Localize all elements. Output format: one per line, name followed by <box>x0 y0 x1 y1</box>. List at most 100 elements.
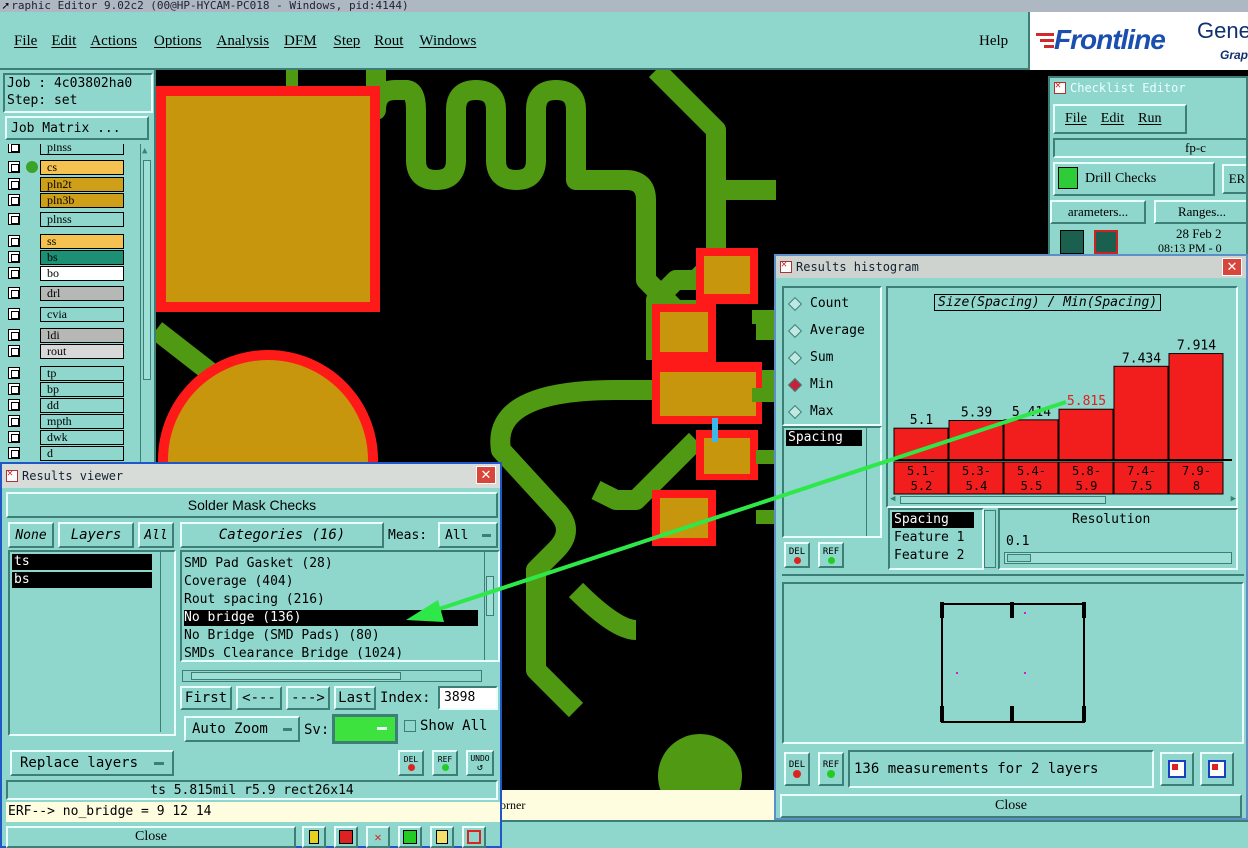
mode-max[interactable]: Max <box>784 398 880 425</box>
legend-feature-1[interactable]: Feature 1 <box>894 530 964 545</box>
legend-scrollbar[interactable] <box>984 510 996 568</box>
category-item-selected[interactable]: No bridge (136) <box>184 610 478 626</box>
viewer-ref-button[interactable]: REF <box>432 750 458 776</box>
category-item[interactable]: Rout spacing (216) <box>184 592 325 607</box>
layer-row-cs[interactable]: cs <box>6 160 124 175</box>
category-scrollbar[interactable] <box>484 552 496 660</box>
menu-dfm[interactable]: DFM <box>284 33 317 50</box>
close-icon[interactable]: ✕ <box>1222 258 1242 276</box>
measure-list[interactable]: Spacing <box>782 426 882 538</box>
layer-row-ldi[interactable]: ldi <box>6 328 124 343</box>
step-icon[interactable] <box>398 826 422 848</box>
categories-header[interactable]: Categories (16) <box>180 522 384 548</box>
layer-icon[interactable] <box>334 826 358 848</box>
report-icon[interactable] <box>430 826 454 848</box>
layer-checkbox[interactable] <box>8 399 20 411</box>
menu-analysis[interactable]: Analysis <box>217 33 270 50</box>
checklist-erf-button[interactable]: ER <box>1222 164 1246 194</box>
checklist-menu-edit[interactable]: Edit <box>1101 111 1124 127</box>
category-item[interactable]: SMDs Clearance Bridge (1024) <box>184 646 403 661</box>
checklist-menu-run[interactable]: Run <box>1138 111 1161 127</box>
category-item[interactable]: Coverage (404) <box>184 574 294 589</box>
checklist-icon-b[interactable] <box>1094 230 1118 254</box>
histogram-bar[interactable] <box>948 419 1004 461</box>
histogram-bar[interactable] <box>1058 408 1114 461</box>
histogram-icon[interactable] <box>462 826 486 848</box>
drill-checks-row[interactable]: Drill Checks <box>1053 162 1215 196</box>
histogram-bar[interactable] <box>1003 419 1059 461</box>
layer-row-dd[interactable]: dd <box>6 398 124 413</box>
nav-last-button[interactable]: Last <box>334 686 376 710</box>
layer-checkbox[interactable] <box>8 308 20 320</box>
nav-first-button[interactable]: First <box>180 686 232 710</box>
layer-checkbox[interactable] <box>8 367 20 379</box>
measure-list-scrollbar[interactable] <box>866 428 878 536</box>
layer-checkbox[interactable] <box>8 267 20 279</box>
viewer-del-button[interactable]: DEL <box>398 750 424 776</box>
export-icon-button[interactable] <box>1160 752 1194 786</box>
menu-step[interactable]: Step <box>334 33 361 50</box>
erf-off-icon[interactable]: ✕ <box>366 826 390 848</box>
layer-checkbox[interactable] <box>8 178 20 190</box>
layer-checkbox[interactable] <box>8 235 20 247</box>
histogram-bar[interactable] <box>1113 365 1169 461</box>
layer-row-bo[interactable]: bo <box>6 266 124 281</box>
import-icon-button[interactable] <box>1200 752 1234 786</box>
index-input[interactable]: 3898 <box>438 686 498 710</box>
nav-prev-button[interactable]: <--- <box>236 686 282 710</box>
layer-row-bp[interactable]: bp <box>6 382 124 397</box>
category-item[interactable]: SMD Pad Gasket (28) <box>184 556 333 571</box>
viewer-undo-button[interactable]: UNDO ↺ <box>466 750 494 776</box>
viewer-layer-scrollbar[interactable] <box>160 552 172 732</box>
histogram-del-button-small[interactable]: DEL <box>784 542 810 568</box>
layer-row-dwk[interactable]: dwk <box>6 430 124 445</box>
menu-file[interactable]: File <box>14 33 37 50</box>
ranges-button[interactable]: Ranges... <box>1154 200 1246 224</box>
legend-spacing[interactable]: Spacing <box>892 512 974 528</box>
menu-rout[interactable]: Rout <box>374 33 403 50</box>
info-icon[interactable] <box>302 826 326 848</box>
layer-checkbox[interactable] <box>8 161 20 173</box>
menu-edit[interactable]: Edit <box>51 33 76 50</box>
window-menu-icon[interactable] <box>6 468 18 482</box>
histogram-ref-button-small[interactable]: REF <box>818 542 844 568</box>
layer-checkbox[interactable] <box>8 431 20 443</box>
histogram-bar[interactable] <box>1168 353 1224 461</box>
viewer-layer-ts[interactable]: ts <box>12 554 152 570</box>
histogram-bar[interactable] <box>893 427 949 461</box>
parameters-button[interactable]: arameters... <box>1050 200 1146 224</box>
layer-list-scrollbar[interactable]: ▲ <box>140 144 153 465</box>
layer-row-d[interactable]: d <box>6 446 124 461</box>
job-matrix-button[interactable]: Job Matrix ... <box>5 116 149 140</box>
layer-row-drl[interactable]: drl <box>6 286 124 301</box>
replace-layers-dropdown[interactable]: Replace layers <box>10 750 174 776</box>
layer-row-rout[interactable]: rout <box>6 344 124 359</box>
menu-options[interactable]: Options <box>154 33 202 50</box>
category-item[interactable]: No Bridge (SMD Pads) (80) <box>184 628 380 643</box>
tab-none[interactable]: None <box>8 522 54 548</box>
close-icon[interactable]: ✕ <box>476 466 496 484</box>
checklist-menu-file[interactable]: File <box>1065 111 1087 127</box>
layer-checkbox[interactable] <box>8 251 20 263</box>
layer-checkbox[interactable] <box>8 213 20 225</box>
tab-all[interactable]: All <box>138 522 174 548</box>
layer-checkbox[interactable] <box>8 447 20 459</box>
layer-checkbox[interactable] <box>8 144 20 153</box>
window-menu-icon[interactable] <box>1054 80 1066 94</box>
layer-row-mpth[interactable]: mpth <box>6 414 124 429</box>
legend-feature-2[interactable]: Feature 2 <box>894 548 964 563</box>
layer-row-cvia[interactable]: cvia <box>6 307 124 322</box>
viewer-close-button[interactable]: Close <box>6 826 296 848</box>
nav-next-button[interactable]: ---> <box>286 686 330 710</box>
mode-count[interactable]: Count <box>784 290 880 317</box>
layer-row-plnss[interactable]: plnss <box>6 144 124 155</box>
sv-color-dropdown[interactable] <box>332 714 398 744</box>
layer-row-bs[interactable]: bs <box>6 250 124 265</box>
mode-sum[interactable]: Sum <box>784 344 880 371</box>
viewer-layer-list[interactable]: ts bs <box>8 550 176 736</box>
measure-list-item[interactable]: Spacing <box>786 430 862 446</box>
layer-row-pln2t[interactable]: pln2t <box>6 177 124 192</box>
layer-checkbox[interactable] <box>8 383 20 395</box>
layer-row-ss[interactable]: ss <box>6 234 124 249</box>
chart-hscrollbar[interactable]: ◀ ▶ <box>890 494 1236 506</box>
